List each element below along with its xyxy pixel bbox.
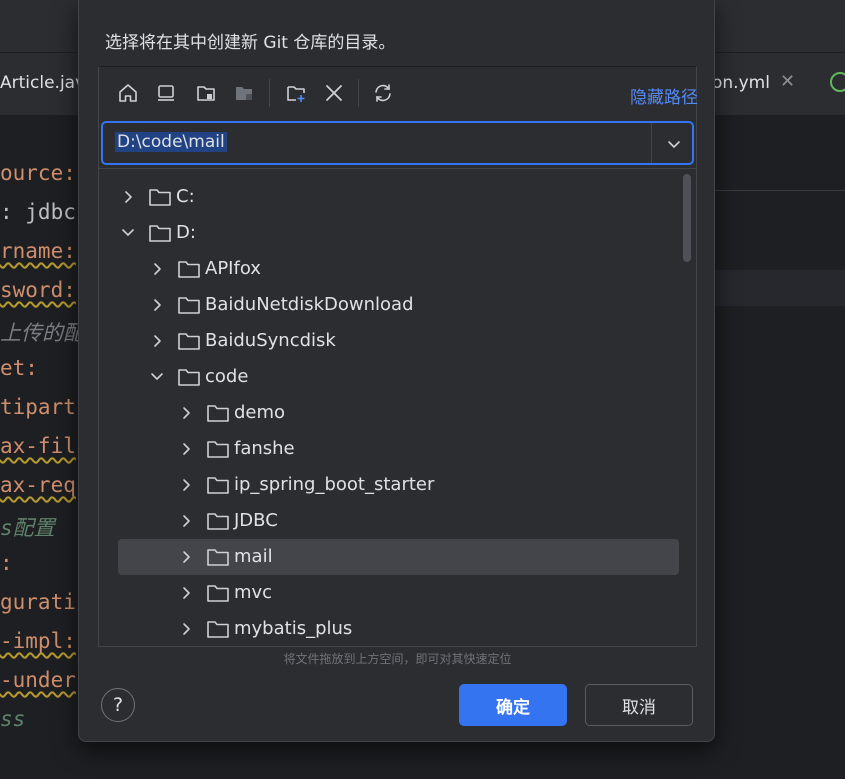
folder-icon	[207, 585, 229, 602]
tree-item-label: demo	[234, 402, 286, 423]
folder-icon	[207, 549, 229, 566]
tree-item-label: C:	[176, 186, 195, 207]
tree-item[interactable]: code	[99, 359, 679, 395]
new-folder-icon[interactable]	[282, 79, 310, 107]
delete-icon[interactable]	[320, 79, 348, 107]
code-line: -impl:	[0, 629, 76, 653]
directory-tree[interactable]: C: D: APIfox BaiduNetdiskDownload BaiduSyncd…	[99, 170, 696, 646]
chevron-right-icon[interactable]	[177, 476, 195, 494]
code-line: ax-fil	[0, 434, 76, 458]
folder-icon	[207, 477, 229, 494]
home-icon[interactable]	[114, 79, 142, 107]
folder-icon	[207, 621, 229, 638]
select-directory-dialog: 选择将在其中创建新 Git 仓库的目录。 隐藏路径 D:\code\mail C…	[78, 0, 715, 742]
tree-item-label: code	[205, 366, 249, 387]
dialog-title: 选择将在其中创建新 Git 仓库的目录。	[105, 33, 396, 53]
cancel-button[interactable]: 取消	[585, 684, 693, 726]
code-line: et:	[0, 356, 38, 380]
code-line: sword:	[0, 278, 76, 302]
info-icon	[830, 72, 845, 92]
tree-item[interactable]: demo	[99, 395, 679, 431]
tree-item-label: BaiduSyncdisk	[205, 330, 336, 351]
tree-item-label: BaiduNetdiskDownload	[205, 294, 414, 315]
chevron-right-icon[interactable]	[148, 296, 166, 314]
close-icon[interactable]: ✕	[780, 71, 795, 92]
tree-border	[99, 168, 696, 169]
folder-icon	[207, 513, 229, 530]
chevron-right-icon[interactable]	[177, 440, 195, 458]
toolbar-separator	[358, 79, 359, 107]
tree-item[interactable]: mybatis_plus	[99, 611, 679, 646]
project-folder-icon[interactable]	[192, 79, 220, 107]
folder-icon	[178, 369, 200, 386]
code-line: rname:	[0, 239, 76, 263]
tree-item[interactable]: mail	[118, 539, 679, 575]
code-line: : jdbc	[0, 200, 76, 224]
editor-tab-yml[interactable]: on.yml	[712, 73, 770, 93]
chevron-right-icon[interactable]	[148, 332, 166, 350]
current-line-highlight	[715, 270, 845, 306]
code-line: ource:	[0, 161, 76, 185]
chevron-right-icon[interactable]	[177, 512, 195, 530]
tree-item-label: mybatis_plus	[234, 618, 353, 639]
tree-item[interactable]: C:	[99, 179, 679, 215]
tree-item-label: JDBC	[234, 510, 278, 531]
chevron-down-icon[interactable]	[148, 368, 166, 386]
tree-item-label: ip_spring_boot_starter	[234, 474, 435, 495]
chevron-down-icon[interactable]	[119, 224, 137, 242]
help-button[interactable]: ?	[101, 688, 135, 722]
tree-item[interactable]: D:	[99, 215, 679, 251]
code-line: gurati	[0, 590, 76, 614]
path-input[interactable]: D:\code\mail	[115, 132, 227, 152]
code-line: -under	[0, 668, 76, 692]
toolbar-separator	[269, 79, 270, 107]
code-line: tipart	[0, 395, 76, 419]
path-field-separator	[651, 123, 652, 163]
chevron-right-icon[interactable]	[177, 548, 195, 566]
folder-icon	[178, 333, 200, 350]
folder-icon	[149, 225, 171, 242]
tree-item-label: D:	[176, 222, 196, 243]
tree-item[interactable]: BaiduSyncdisk	[99, 323, 679, 359]
tree-item[interactable]: ip_spring_boot_starter	[99, 467, 679, 503]
tree-item[interactable]: BaiduNetdiskDownload	[99, 287, 679, 323]
tree-item[interactable]: mvc	[99, 575, 679, 611]
ok-button[interactable]: 确定	[459, 684, 567, 726]
folder-icon	[149, 189, 171, 206]
file-chooser-toolbar: 隐藏路径	[99, 67, 698, 119]
code-line: ss	[0, 707, 26, 731]
chevron-down-icon[interactable]	[663, 133, 685, 155]
tree-item-label: mvc	[234, 582, 273, 603]
tree-item-label: APIfox	[205, 258, 261, 279]
tree-item[interactable]: JDBC	[99, 503, 679, 539]
folder-icon	[207, 405, 229, 422]
tree-scrollbar[interactable]	[683, 174, 691, 262]
code-line: ax-req	[0, 473, 76, 497]
code-line: :	[0, 551, 13, 575]
folder-icon	[178, 261, 200, 278]
refresh-icon[interactable]	[369, 79, 397, 107]
chevron-right-icon[interactable]	[177, 404, 195, 422]
chevron-right-icon[interactable]	[177, 620, 195, 638]
chevron-right-icon[interactable]	[177, 584, 195, 602]
tree-item[interactable]: APIfox	[99, 251, 679, 287]
path-field[interactable]: D:\code\mail	[101, 121, 694, 165]
tree-item[interactable]: fanshe	[99, 431, 679, 467]
chevron-right-icon[interactable]	[119, 188, 137, 206]
editor-divider	[715, 190, 845, 191]
tree-item-label: fanshe	[234, 438, 295, 459]
module-folder-icon[interactable]	[230, 79, 258, 107]
desktop-icon[interactable]	[152, 79, 180, 107]
folder-icon	[207, 441, 229, 458]
code-line: s配置	[0, 516, 55, 540]
hide-path-link[interactable]: 隐藏路径	[630, 83, 698, 108]
chevron-right-icon[interactable]	[148, 260, 166, 278]
folder-icon	[178, 297, 200, 314]
drag-drop-hint: 将文件拖放到上方空间，即可对其快速定位	[283, 652, 512, 666]
tree-item-label: mail	[234, 546, 273, 567]
file-chooser-panel: 隐藏路径 D:\code\mail C: D: APIfox BaiduNetdisk…	[98, 66, 698, 647]
